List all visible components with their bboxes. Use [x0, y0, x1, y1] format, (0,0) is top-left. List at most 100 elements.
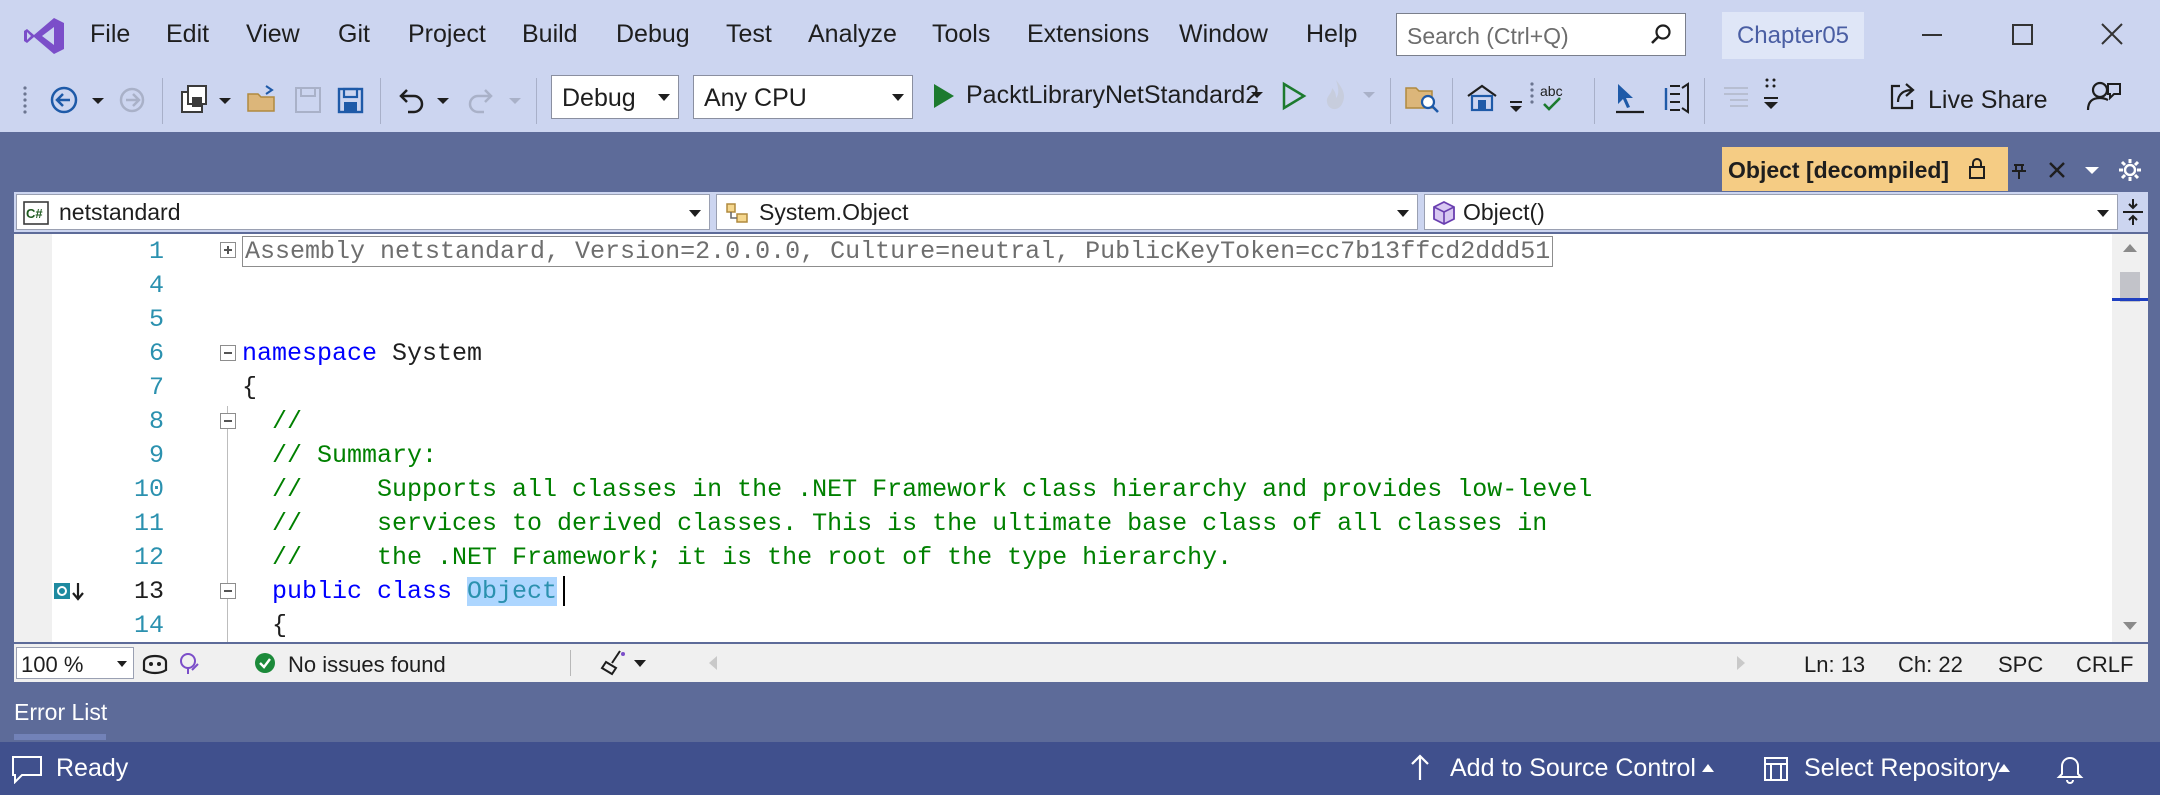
- text-caret: [563, 576, 565, 606]
- intellicode-icon[interactable]: [176, 650, 204, 676]
- menu-help[interactable]: Help: [1306, 20, 1357, 49]
- redo-dropdown-icon[interactable]: [504, 80, 526, 120]
- menu-project[interactable]: Project: [408, 20, 486, 49]
- split-window-icon[interactable]: [2120, 196, 2146, 228]
- minimize-icon[interactable]: [1912, 16, 1952, 54]
- solution-name-badge[interactable]: Chapter05: [1722, 12, 1864, 59]
- collapse-region-icon[interactable]: [220, 413, 236, 429]
- maximize-icon[interactable]: [2002, 16, 2042, 54]
- hot-reload-icon[interactable]: [1318, 76, 1354, 116]
- collapse-region-icon[interactable]: [220, 583, 236, 599]
- member-navigation-select[interactable]: Object(): [1424, 194, 2118, 230]
- menu-extensions[interactable]: Extensions: [1027, 20, 1149, 49]
- select-repository-button[interactable]: Select Repository: [1804, 754, 2000, 783]
- chevron-up-icon[interactable]: [1700, 762, 1716, 774]
- menu-analyze[interactable]: Analyze: [808, 20, 897, 49]
- caret-position-marker: [2112, 298, 2148, 301]
- back-dropdown-icon[interactable]: [86, 80, 110, 120]
- notifications-output-icon[interactable]: [10, 754, 44, 784]
- line-ending-indicator[interactable]: CRLF: [2076, 652, 2133, 678]
- hot-reload-dropdown-icon[interactable]: [1358, 84, 1380, 108]
- pin-tab-icon[interactable]: [2006, 157, 2032, 183]
- close-tab-icon[interactable]: [2044, 157, 2070, 183]
- menu-tools[interactable]: Tools: [932, 20, 990, 49]
- toolbar-overflow-icon[interactable]: [1504, 80, 1528, 120]
- code-cleanup-icon[interactable]: [600, 648, 630, 676]
- tab-error-list[interactable]: Error List: [14, 699, 107, 726]
- start-without-debugging-icon[interactable]: [1276, 78, 1310, 114]
- track-active-item-icon[interactable]: [1656, 78, 1696, 118]
- bell-icon[interactable]: [2056, 752, 2084, 784]
- save-icon[interactable]: [288, 80, 328, 120]
- code-line: 4: [14, 268, 2112, 302]
- line-indicator[interactable]: Ln: 13: [1804, 652, 1865, 678]
- navigate-forward-icon[interactable]: [112, 80, 152, 120]
- whitespace-indicator[interactable]: SPC: [1998, 652, 2043, 678]
- menu-view[interactable]: View: [246, 20, 300, 49]
- toolbar-separator: [162, 78, 163, 124]
- new-project-dropdown-icon[interactable]: [214, 80, 236, 120]
- find-in-files-icon[interactable]: [1402, 78, 1442, 118]
- navigate-back-icon[interactable]: [44, 80, 84, 120]
- comment-token: // Summary:: [242, 441, 438, 470]
- scroll-right-icon[interactable]: [1734, 654, 1748, 672]
- comment-lines-icon[interactable]: [1720, 78, 1752, 118]
- copilot-icon[interactable]: [140, 650, 170, 676]
- scroll-down-icon[interactable]: [2120, 618, 2140, 634]
- project-value: netstandard: [59, 199, 181, 225]
- collapse-region-icon[interactable]: [220, 345, 236, 361]
- solution-explorer-icon[interactable]: [1462, 78, 1502, 118]
- solution-platform-select[interactable]: Any CPU: [693, 75, 913, 119]
- assembly-region[interactable]: Assembly netstandard, Version=2.0.0.0, C…: [242, 236, 1554, 267]
- check-circle-icon: [255, 653, 275, 673]
- menu-debug[interactable]: Debug: [616, 20, 690, 49]
- undo-dropdown-icon[interactable]: [432, 80, 454, 120]
- add-to-source-control-button[interactable]: Add to Source Control: [1450, 754, 1696, 783]
- menu-window[interactable]: Window: [1179, 20, 1268, 49]
- spell-check-icon[interactable]: abc: [1528, 76, 1568, 120]
- tab-list-dropdown-icon[interactable]: [2080, 158, 2104, 182]
- scroll-up-icon[interactable]: [2120, 240, 2140, 256]
- toolbar-separator: [1452, 78, 1453, 124]
- code-cleanup-dropdown-icon[interactable]: [634, 660, 646, 667]
- line-number: 11: [133, 509, 164, 538]
- gear-icon[interactable]: [2116, 156, 2144, 184]
- expand-region-icon[interactable]: [220, 242, 236, 258]
- search-input[interactable]: Search (Ctrl+Q): [1396, 13, 1686, 56]
- tab-object-decompiled[interactable]: Object [decompiled]: [1722, 147, 2008, 191]
- startup-project-button[interactable]: PacktLibraryNetStandard2: [966, 81, 1259, 110]
- feedback-icon[interactable]: [2084, 76, 2124, 116]
- redo-icon[interactable]: [462, 80, 502, 120]
- menu-test[interactable]: Test: [726, 20, 772, 49]
- startup-project-dropdown-icon[interactable]: [1246, 84, 1268, 108]
- column-indicator[interactable]: Ch: 22: [1898, 652, 1963, 678]
- menu-edit[interactable]: Edit: [166, 20, 209, 49]
- menu-file[interactable]: File: [90, 20, 130, 49]
- open-folder-icon[interactable]: [242, 80, 282, 120]
- menu-build[interactable]: Build: [522, 20, 578, 49]
- chevron-up-icon[interactable]: [1996, 762, 2012, 774]
- new-project-icon[interactable]: [176, 80, 216, 120]
- start-debugging-icon[interactable]: [928, 78, 958, 114]
- code-line: 10 // Supports all classes in the .NET F…: [14, 472, 2112, 506]
- code-editor[interactable]: 1 Assembly netstandard, Version=2.0.0.0,…: [14, 234, 2112, 642]
- scroll-left-icon[interactable]: [706, 654, 720, 672]
- type-navigation-select[interactable]: System.Object: [716, 194, 1418, 230]
- selected-identifier[interactable]: Object: [467, 577, 558, 606]
- type-value: System.Object: [759, 199, 909, 225]
- member-value: Object(): [1463, 199, 1545, 225]
- select-element-icon[interactable]: [1610, 78, 1650, 118]
- issues-status[interactable]: No issues found: [288, 652, 446, 678]
- project-navigation-select[interactable]: C# netstandard: [16, 194, 710, 230]
- line-number: 14: [133, 611, 164, 640]
- lock-icon: [1969, 158, 1985, 179]
- save-all-icon[interactable]: [330, 80, 370, 120]
- zoom-select[interactable]: 100 %: [16, 647, 134, 679]
- close-icon[interactable]: [2092, 16, 2132, 54]
- undo-icon[interactable]: [390, 80, 430, 120]
- menu-git[interactable]: Git: [338, 20, 370, 49]
- vertical-scrollbar[interactable]: [2112, 234, 2148, 642]
- code-line: 12 // the .NET Framework; it is the root…: [14, 540, 2112, 574]
- solution-configuration-select[interactable]: Debug: [551, 75, 679, 119]
- toolbar-options-icon[interactable]: [1758, 74, 1784, 118]
